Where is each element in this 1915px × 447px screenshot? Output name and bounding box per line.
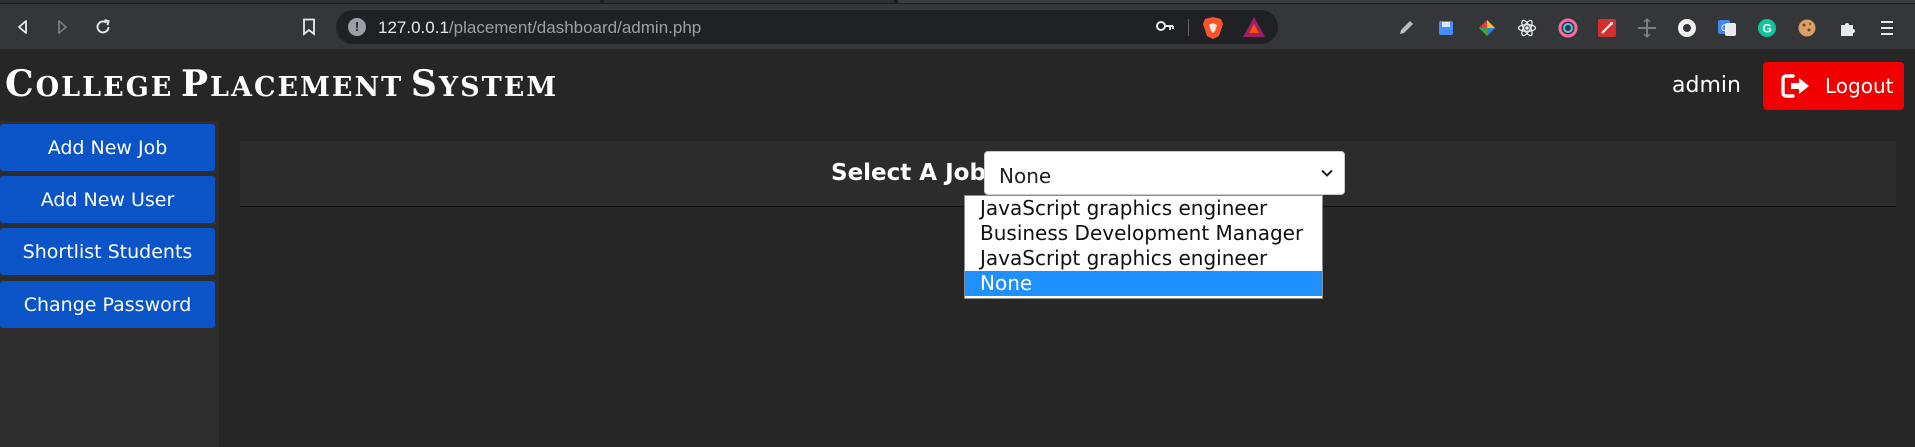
cookie-extension-icon[interactable] [1797, 18, 1817, 38]
brave-rewards-icon[interactable] [1242, 16, 1266, 43]
brave-shield-icon[interactable] [1202, 16, 1224, 45]
app-title: COLLEGE PLACEMENT SYSTEM [5, 63, 558, 105]
reload-icon[interactable] [88, 12, 118, 42]
back-icon[interactable] [8, 12, 38, 42]
address-bar[interactable]: ! 127.0.0.1/placement/dashboard/admin.ph… [336, 10, 1278, 44]
grammarly-icon[interactable]: G [1757, 18, 1777, 38]
url-path: /placement/dashboard/admin.php [448, 18, 702, 37]
job-option-selected[interactable]: None [965, 271, 1322, 296]
url-text[interactable]: 127.0.0.1/placement/dashboard/admin.php [378, 18, 701, 38]
chevron-down-icon [1320, 166, 1334, 185]
wand-extension-icon[interactable] [1597, 18, 1617, 38]
move-extension-icon[interactable] [1637, 18, 1657, 38]
omnibox-divider [1188, 19, 1189, 36]
username-label: admin [1672, 73, 1741, 98]
add-new-user-button[interactable]: Add New User [0, 176, 215, 223]
brand-text: OLLEGE [35, 72, 174, 103]
svg-text:G: G [1763, 22, 1772, 36]
color-picker-extension-icon[interactable] [1477, 18, 1497, 38]
shortlist-students-button[interactable]: Shortlist Students [0, 228, 215, 275]
add-new-job-button[interactable]: Add New Job [0, 124, 215, 171]
job-option[interactable]: JavaScript graphics engineer [965, 246, 1322, 271]
tab-segment[interactable] [604, 0, 894, 3]
sign-out-icon [1781, 74, 1809, 98]
bookmark-icon[interactable] [294, 12, 324, 42]
brand-initial: C [5, 63, 36, 105]
save-extension-icon[interactable] [1436, 18, 1456, 38]
job-option[interactable]: JavaScript graphics engineer [965, 196, 1322, 221]
brand-text: YSTEM [438, 72, 559, 103]
brand-text: LACEMENT [210, 72, 404, 103]
site-info-icon[interactable]: ! [348, 18, 366, 36]
browser-toolbar: ! 127.0.0.1/placement/dashboard/admin.ph… [0, 4, 1915, 50]
job-option[interactable]: Business Development Manager [965, 221, 1322, 246]
toggle-extension-icon[interactable] [1677, 18, 1697, 38]
job-select-value: None [999, 164, 1052, 188]
brand-initial: S [410, 63, 439, 105]
react-devtools-icon[interactable] [1517, 18, 1537, 38]
active-tab-segment[interactable] [898, 0, 1915, 3]
browser-menu-icon[interactable] [1877, 18, 1897, 38]
pencil-extension-icon[interactable] [1396, 18, 1416, 38]
job-select-dropdown: JavaScript graphics engineer Business De… [964, 195, 1323, 299]
change-password-button[interactable]: Change Password [0, 281, 215, 328]
tab-segment[interactable] [0, 0, 600, 3]
logout-button[interactable]: Logout [1763, 62, 1904, 110]
main-content: Select A Job None JavaScript graphics en… [219, 121, 1915, 447]
key-icon[interactable] [1156, 19, 1174, 38]
svg-text:G: G [1721, 23, 1728, 33]
brand-initial: P [180, 63, 211, 105]
logout-label: Logout [1825, 74, 1894, 98]
job-select-label: Select A Job [831, 160, 986, 186]
job-select[interactable]: None [984, 151, 1345, 195]
app-header: COLLEGE PLACEMENT SYSTEM admin Logout [0, 51, 1915, 121]
extensions-puzzle-icon[interactable] [1838, 18, 1858, 38]
ring-extension-icon[interactable] [1558, 18, 1578, 38]
forward-icon[interactable] [47, 12, 77, 42]
sidebar: Add New Job Add New User Shortlist Stude… [0, 121, 219, 447]
url-host: 127.0.0.1 [378, 18, 449, 37]
google-translate-icon[interactable]: G [1717, 18, 1737, 38]
